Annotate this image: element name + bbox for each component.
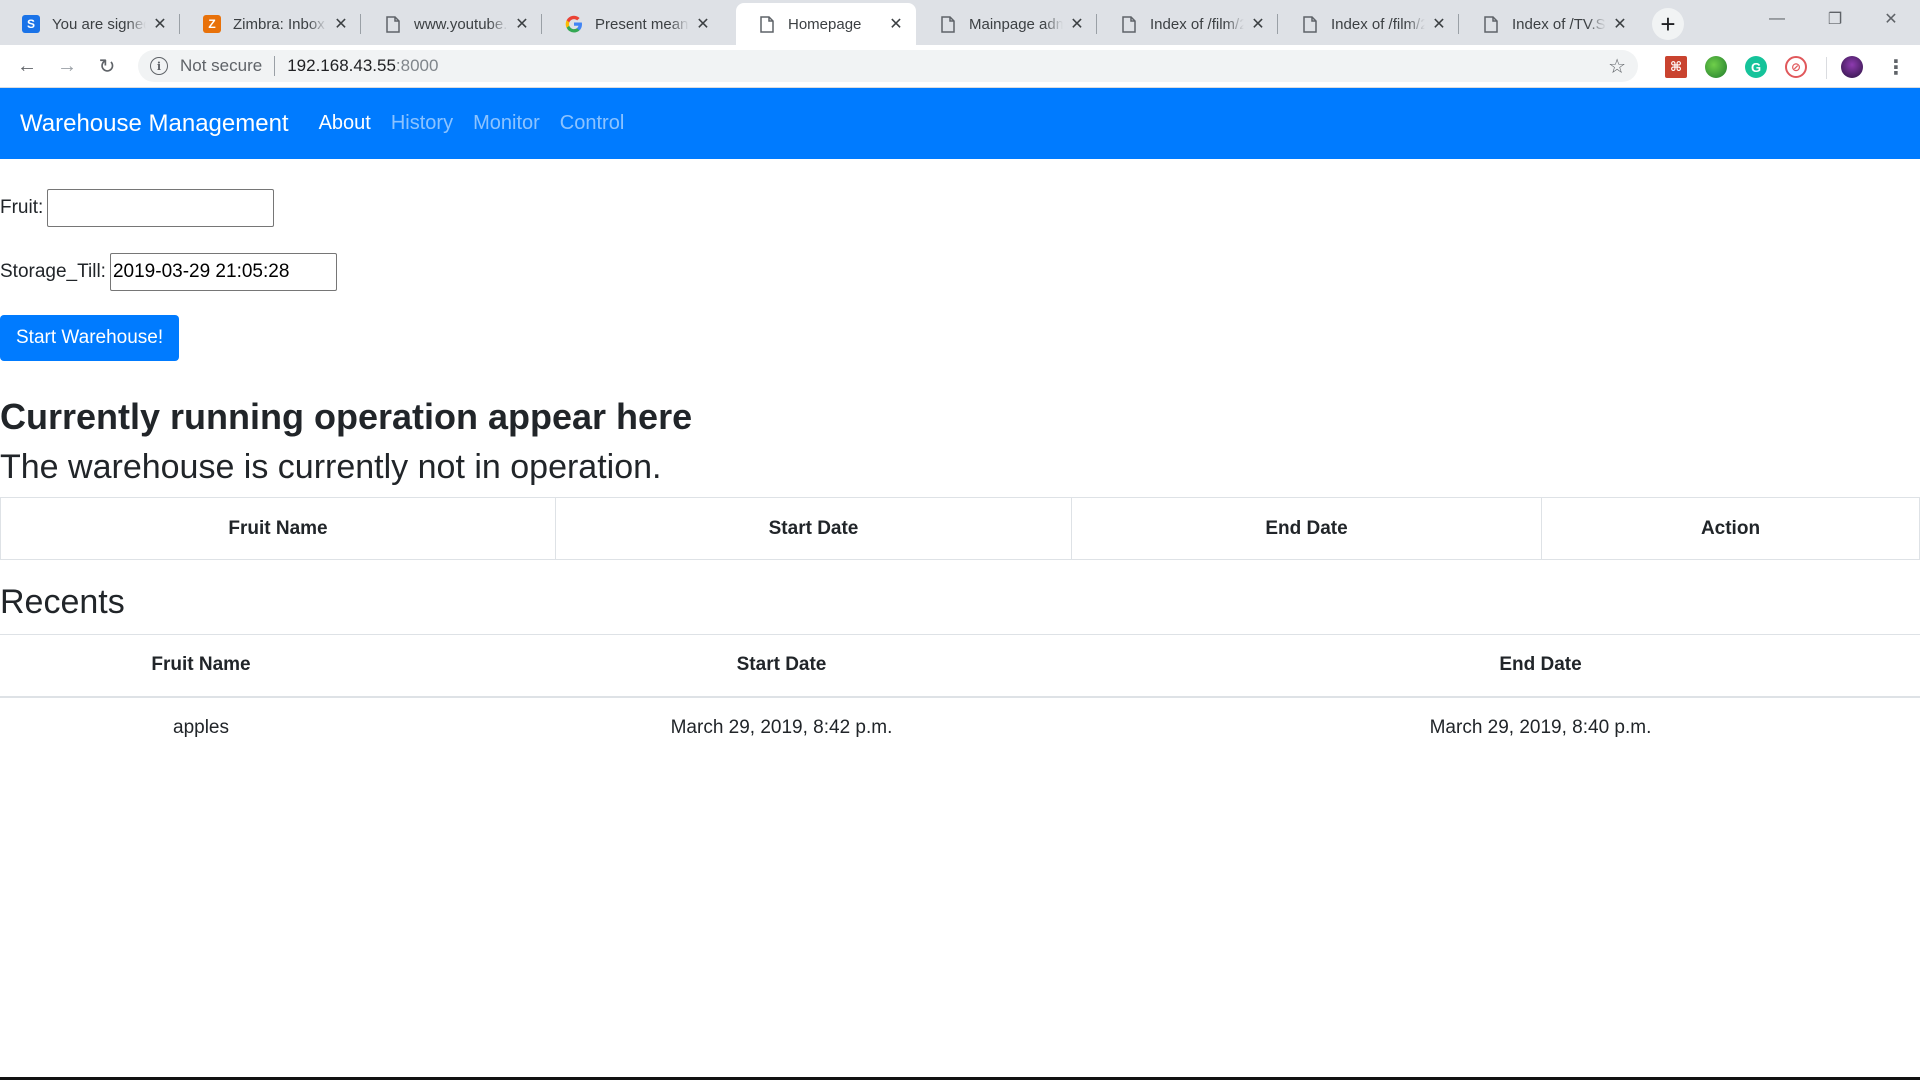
column-header-end-date: End Date bbox=[1071, 497, 1542, 560]
tab-title: Present meaning bbox=[595, 15, 689, 33]
security-label: Not secure bbox=[180, 56, 263, 75]
tab-title: Homepage bbox=[788, 15, 862, 33]
tab-title: You are signed in bbox=[52, 15, 146, 33]
close-icon[interactable]: ✕ bbox=[886, 14, 906, 34]
minimize-icon[interactable]: — bbox=[1748, 0, 1806, 38]
fruit-input[interactable] bbox=[47, 189, 275, 227]
info-icon[interactable]: i bbox=[150, 57, 168, 75]
back-icon[interactable]: ← bbox=[12, 51, 42, 81]
browser-toolbar: ← → ↻ i Not secure 192.168.43.55 :8000 ☆… bbox=[0, 45, 1920, 88]
new-tab-button[interactable]: + bbox=[1652, 8, 1684, 40]
page-icon bbox=[1482, 15, 1500, 33]
close-icon[interactable]: ✕ bbox=[331, 14, 351, 34]
blocker-extension-icon[interactable]: ⊘ bbox=[1785, 56, 1807, 78]
tab-title: Zimbra: Inbox ( bbox=[233, 15, 327, 33]
page-icon bbox=[939, 15, 957, 33]
storage-till-label: Storage_Till: bbox=[0, 261, 106, 282]
menu-icon[interactable]: ⋮ bbox=[1882, 53, 1910, 81]
warehouse-form: Fruit: Storage_Till: Start Warehouse! bbox=[0, 159, 1920, 361]
bookmark-star-icon[interactable]: ☆ bbox=[1608, 54, 1626, 79]
fruit-label: Fruit: bbox=[0, 197, 44, 218]
nav-link-history[interactable]: History bbox=[391, 112, 453, 135]
nav-link-monitor[interactable]: Monitor bbox=[473, 112, 540, 135]
forward-icon[interactable]: → bbox=[52, 51, 82, 81]
pdf-extension-icon[interactable]: ⌘ bbox=[1665, 56, 1687, 78]
zimbra-icon: Z bbox=[203, 15, 221, 33]
reload-icon[interactable]: ↻ bbox=[92, 51, 122, 81]
nav-link-about[interactable]: About bbox=[319, 112, 371, 135]
browser-tab[interactable]: Index of /film/2 ✕ bbox=[1098, 3, 1278, 45]
grammarly-extension-icon[interactable]: G bbox=[1745, 56, 1767, 78]
page-icon bbox=[1301, 15, 1319, 33]
tab-title: www.youtube.com bbox=[414, 15, 508, 33]
address-bar[interactable]: i Not secure 192.168.43.55 :8000 ☆ bbox=[138, 50, 1638, 82]
profile-avatar[interactable] bbox=[1841, 56, 1863, 78]
browser-tab[interactable]: www.youtube.com ✕ bbox=[362, 3, 542, 45]
recents-heading: Recents bbox=[0, 583, 125, 621]
browser-tab[interactable]: S You are signed in ✕ bbox=[0, 3, 180, 45]
s-icon: S bbox=[22, 15, 40, 33]
fruit-name-cell: apples bbox=[173, 717, 229, 738]
start-warehouse-button[interactable]: Start Warehouse! bbox=[0, 315, 180, 361]
close-icon[interactable]: ✕ bbox=[1429, 14, 1449, 34]
column-header-fruit-name: Fruit Name bbox=[0, 497, 556, 560]
tab-title: Index of /film/2 bbox=[1331, 15, 1425, 33]
browser-tab[interactable]: Index of /TV.Sh ✕ bbox=[1460, 3, 1640, 45]
window-close-icon[interactable]: ✕ bbox=[1862, 0, 1920, 38]
nav-link-control[interactable]: Control bbox=[560, 112, 624, 135]
url-host: 192.168.43.55 bbox=[287, 56, 396, 75]
warehouse-status: The warehouse is currently not in operat… bbox=[0, 448, 662, 486]
current-operation-table: Fruit Name Start Date End Date Action bbox=[0, 497, 1920, 560]
close-icon[interactable]: ✕ bbox=[150, 14, 170, 34]
close-icon[interactable]: ✕ bbox=[1610, 14, 1630, 34]
url-port: :8000 bbox=[395, 56, 439, 75]
table-row: apples March 29, 2019, 8:42 p.m. March 2… bbox=[0, 697, 1920, 759]
page-content: Warehouse Management About History Monit… bbox=[0, 88, 1920, 1078]
column-header-action: Action bbox=[1541, 497, 1920, 560]
tab-title: Index of /film/2 bbox=[1150, 15, 1244, 33]
page-icon bbox=[384, 15, 402, 33]
tab-strip: S You are signed in ✕ Z Zimbra: Inbox ( … bbox=[0, 0, 1920, 45]
browser-tab[interactable]: Index of /film/2 ✕ bbox=[1279, 3, 1459, 45]
tab-title: Index of /TV.Sh bbox=[1512, 15, 1606, 33]
top-navbar: Warehouse Management About History Monit… bbox=[0, 88, 1920, 159]
google-icon bbox=[565, 15, 583, 33]
restore-icon[interactable]: ❐ bbox=[1806, 0, 1864, 38]
navbar-brand[interactable]: Warehouse Management bbox=[20, 110, 289, 138]
tab-title: Mainpage admin bbox=[969, 15, 1063, 33]
globe-extension-icon[interactable] bbox=[1705, 56, 1727, 78]
end-date-cell: March 29, 2019, 8:40 p.m. bbox=[1429, 717, 1652, 738]
browser-tab[interactable]: Mainpage admin ✕ bbox=[917, 3, 1097, 45]
page-icon bbox=[758, 15, 776, 33]
close-icon[interactable]: ✕ bbox=[1248, 14, 1268, 34]
close-icon[interactable]: ✕ bbox=[1067, 14, 1087, 34]
column-header-start-date: Start Date bbox=[555, 497, 1072, 560]
column-header-start-date: Start Date bbox=[402, 634, 1161, 698]
recents-table: Fruit Name Start Date End Date apples Ma… bbox=[0, 634, 1920, 759]
browser-tab[interactable]: Z Zimbra: Inbox ( ✕ bbox=[181, 3, 361, 45]
close-icon[interactable]: ✕ bbox=[693, 14, 713, 34]
start-date-cell: March 29, 2019, 8:42 p.m. bbox=[670, 717, 893, 738]
close-icon[interactable]: ✕ bbox=[512, 14, 532, 34]
browser-tab-active[interactable]: Homepage ✕ bbox=[736, 3, 916, 45]
browser-tab[interactable]: Present meaning ✕ bbox=[543, 3, 723, 45]
column-header-end-date: End Date bbox=[1161, 634, 1920, 698]
column-header-fruit-name: Fruit Name bbox=[0, 634, 402, 698]
page-icon bbox=[1120, 15, 1138, 33]
storage-till-input[interactable] bbox=[109, 253, 337, 291]
current-operation-heading: Currently running operation appear here bbox=[0, 396, 693, 437]
